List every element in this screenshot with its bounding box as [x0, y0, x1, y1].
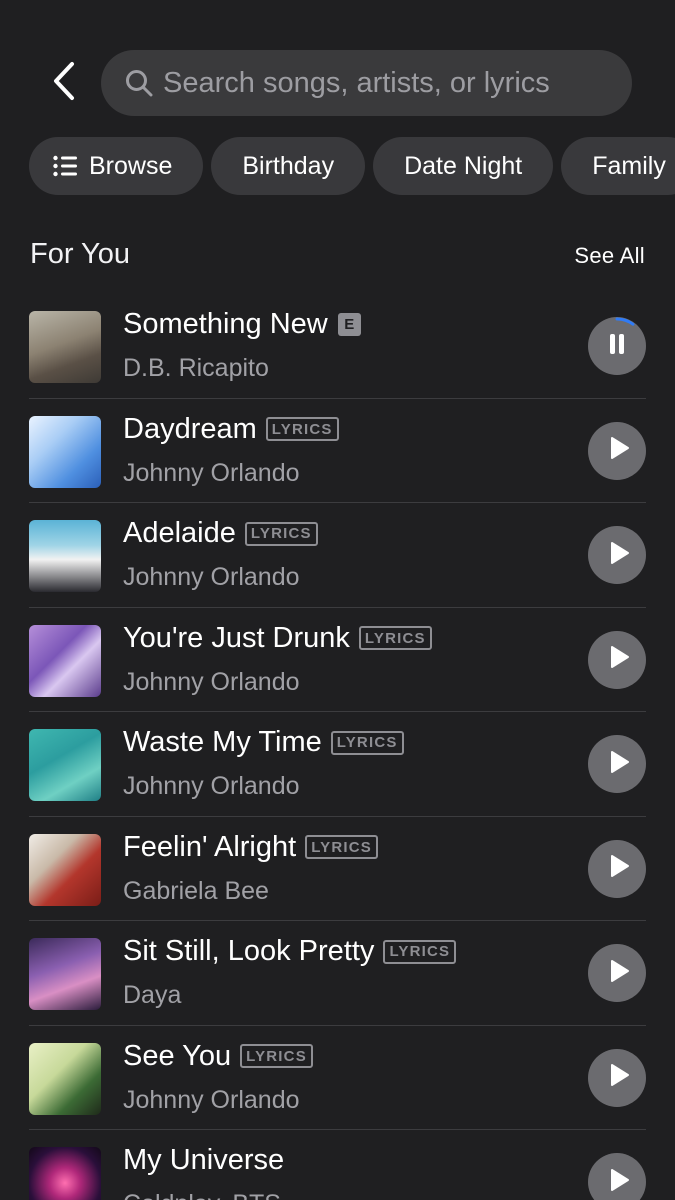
- artist-name: Johnny Orlando: [123, 772, 300, 800]
- song-row[interactable]: See You LYRICS Johnny Orlando: [29, 1026, 646, 1130]
- chip-label: Browse: [89, 151, 173, 180]
- artist-name: Gabriela Bee: [123, 876, 269, 905]
- title-line: Feelin' Alright LYRICS: [123, 830, 379, 864]
- chip-label: Family: [592, 151, 666, 180]
- play-button[interactable]: [588, 1153, 646, 1200]
- chip-birthday[interactable]: Birthday: [211, 137, 366, 195]
- pause-button[interactable]: [588, 317, 646, 375]
- title-line: You're Just Drunk LYRICS: [123, 622, 432, 655]
- back-button[interactable]: [44, 61, 84, 106]
- play-button[interactable]: [588, 421, 646, 480]
- artist-name: D.B. Ricapito: [123, 354, 269, 382]
- lyrics-badge: LYRICS: [358, 626, 432, 650]
- lyrics-badge: LYRICS: [383, 939, 457, 964]
- song-row[interactable]: Something New E D.B. Ricapito: [29, 294, 646, 399]
- album-art: [29, 311, 101, 383]
- play-button[interactable]: [588, 630, 646, 689]
- artist-name: Daya: [123, 981, 182, 1009]
- search-icon: [125, 68, 155, 98]
- play-icon: [608, 959, 630, 988]
- album-art: [29, 833, 101, 906]
- search-bar-row: Search songs, artists, or lyrics: [0, 50, 675, 116]
- chevron-left-icon: [52, 61, 76, 106]
- play-icon: [608, 541, 630, 570]
- song-title: Daydream: [123, 412, 257, 445]
- play-button[interactable]: [588, 944, 646, 1002]
- song-title: See You: [123, 1039, 232, 1072]
- song-search-screen: Search songs, artists, or lyrics Browse …: [0, 0, 675, 1200]
- play-icon: [608, 854, 630, 883]
- explicit-badge: E: [337, 313, 361, 336]
- search-placeholder: Search songs, artists, or lyrics: [163, 66, 550, 99]
- album-art: [29, 938, 101, 1010]
- lyrics-badge: LYRICS: [240, 1044, 313, 1068]
- search-input[interactable]: Search songs, artists, or lyrics: [101, 50, 632, 116]
- song-row[interactable]: Feelin' Alright LYRICS Gabriela Bee: [29, 817, 646, 921]
- artist-name: Johnny Orlando: [123, 1085, 300, 1114]
- song-title: You're Just Drunk: [123, 621, 350, 654]
- album-art: [29, 415, 101, 488]
- title-line: Daydream LYRICS: [123, 413, 339, 446]
- play-icon: [608, 1168, 630, 1197]
- artist-name: Johnny Orlando: [123, 563, 300, 591]
- category-chips: Browse Birthday Date Night Family: [29, 137, 675, 195]
- progress-ring: [588, 317, 646, 375]
- title-line: Sit Still, Look Pretty LYRICS: [123, 935, 457, 968]
- chip-browse[interactable]: Browse: [29, 137, 204, 195]
- list-icon: [53, 153, 79, 179]
- title-line: My Universe: [123, 1144, 284, 1177]
- chip-date-night[interactable]: Date Night: [373, 137, 554, 195]
- title-line: Adelaide LYRICS: [123, 517, 318, 550]
- song-title: Waste My Time: [123, 726, 322, 758]
- play-icon: [608, 1063, 630, 1092]
- song-title: Adelaide: [123, 517, 236, 549]
- lyrics-badge: LYRICS: [330, 730, 404, 755]
- chip-label: Date Night: [404, 151, 523, 180]
- play-button[interactable]: [588, 839, 646, 898]
- song-row[interactable]: My Universe Coldplay, BTS: [29, 1130, 646, 1200]
- song-title: Feelin' Alright: [123, 830, 297, 863]
- song-title: My Universe: [123, 1144, 285, 1176]
- lyrics-badge: LYRICS: [265, 417, 339, 441]
- lyrics-badge: LYRICS: [305, 835, 379, 859]
- song-list: Something New E D.B. Ricapito Daydream LYRIC…: [29, 294, 646, 1200]
- play-icon: [608, 750, 630, 779]
- see-all-link[interactable]: See All: [574, 243, 645, 269]
- lyrics-badge: LYRICS: [244, 521, 318, 546]
- title-line: Waste My Time LYRICS: [123, 726, 404, 759]
- song-row[interactable]: Daydream LYRICS Johnny Orlando: [29, 399, 646, 503]
- chip-label: Birthday: [242, 151, 335, 180]
- artist-name: Coldplay, BTS: [123, 1190, 281, 1200]
- chip-family[interactable]: Family: [561, 137, 675, 195]
- artist-name: Johnny Orlando: [123, 458, 300, 487]
- play-icon: [608, 645, 630, 674]
- play-button[interactable]: [588, 735, 646, 793]
- song-title: Something New: [123, 308, 328, 340]
- title-line: Something New E: [123, 308, 361, 341]
- play-button[interactable]: [588, 526, 646, 584]
- album-art: [29, 520, 101, 592]
- section-title: For You: [30, 238, 130, 270]
- album-art: [29, 624, 101, 697]
- album-art: [29, 1042, 101, 1115]
- song-row[interactable]: Sit Still, Look Pretty LYRICS Daya: [29, 921, 646, 1026]
- song-title: Sit Still, Look Pretty: [123, 935, 375, 967]
- song-row[interactable]: Waste My Time LYRICS Johnny Orlando: [29, 712, 646, 817]
- play-icon: [608, 436, 630, 465]
- artist-name: Johnny Orlando: [123, 667, 300, 696]
- album-art: [29, 729, 101, 801]
- play-button[interactable]: [588, 1048, 646, 1107]
- song-row[interactable]: You're Just Drunk LYRICS Johnny Orlando: [29, 608, 646, 712]
- album-art: [29, 1147, 101, 1200]
- song-row[interactable]: Adelaide LYRICS Johnny Orlando: [29, 503, 646, 608]
- title-line: See You LYRICS: [123, 1040, 313, 1073]
